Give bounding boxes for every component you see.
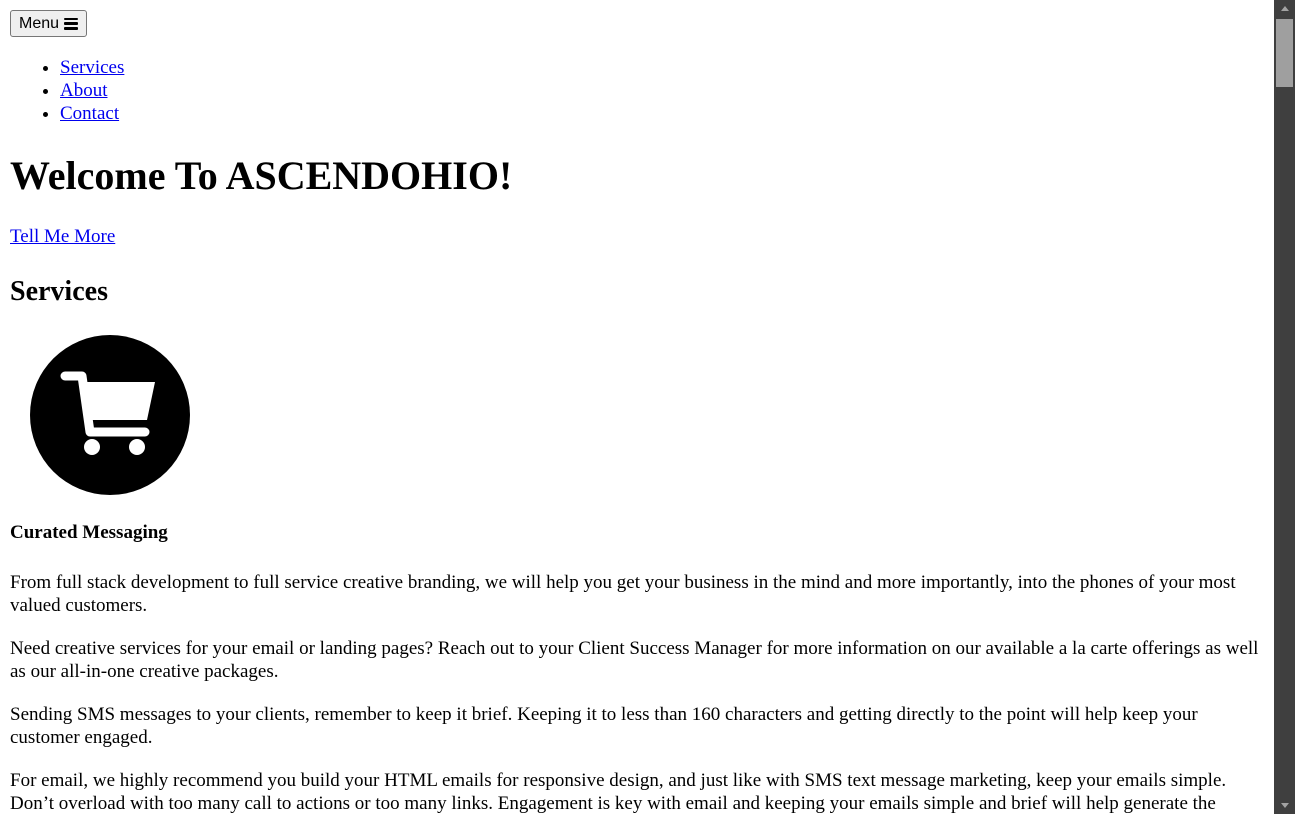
service-paragraph: Sending SMS messages to your clients, re…	[10, 704, 1198, 748]
nav-item-about: About	[60, 79, 124, 102]
hamburger-icon	[64, 17, 79, 30]
nav-list: Services About Contact	[0, 56, 124, 125]
nav-link-contact[interactable]: Contact	[60, 103, 119, 124]
services-heading: Services	[10, 276, 108, 307]
nav-link-about[interactable]: About	[60, 80, 108, 101]
menu-button-label: Menu	[19, 14, 60, 32]
scrollbar-thumb[interactable]	[1276, 19, 1293, 87]
nav-item-contact: Contact	[60, 102, 124, 125]
service-description: From full stack development to full serv…	[10, 571, 1264, 814]
page-title: Welcome To ASCENDOHIO!	[10, 153, 513, 198]
service-paragraph: Need creative services for your email or…	[10, 638, 1259, 682]
service-paragraph: For email, we highly recommend you build…	[10, 770, 1227, 814]
service-paragraph: From full stack development to full serv…	[10, 572, 1236, 616]
scroll-down-arrow-icon[interactable]	[1274, 797, 1295, 814]
nav-link-services[interactable]: Services	[60, 57, 124, 78]
menu-button[interactable]: Menu	[10, 10, 88, 37]
tell-me-more-link[interactable]: Tell Me More	[10, 225, 115, 248]
shopping-cart-icon	[30, 335, 190, 495]
service-item-title: Curated Messaging	[10, 522, 168, 543]
scroll-up-arrow-icon[interactable]	[1274, 0, 1295, 17]
vertical-scrollbar[interactable]	[1274, 0, 1295, 814]
nav-item-services: Services	[60, 56, 124, 79]
page-viewport: Menu Services About Contact Welcome To A…	[0, 0, 1274, 814]
